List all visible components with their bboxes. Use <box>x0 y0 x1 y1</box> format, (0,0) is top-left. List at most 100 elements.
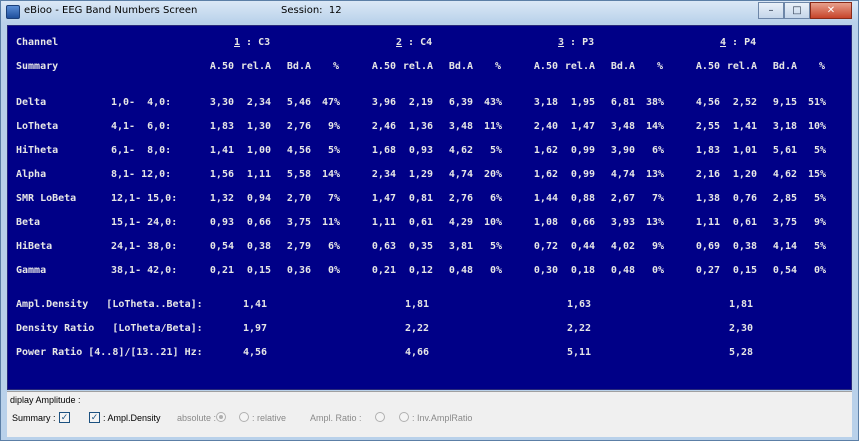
app-name: eBioo <box>24 5 53 16</box>
band-value-cell: 38% <box>645 97 664 108</box>
band-name: LoTheta <box>16 121 59 132</box>
ratio-value: 2,22 <box>405 323 430 334</box>
display-amplitude-controls: diplay Amplitude : Summary : ✓ ✓ : Ampl.… <box>7 391 852 437</box>
band-value-cell: 51% <box>807 97 826 108</box>
window-title: eBioo - EEG Band Numbers Screen <box>24 5 197 16</box>
band-value-cell: 5% <box>813 193 826 204</box>
channel-name: : P3 <box>564 37 595 48</box>
summary-checkbox-label: Summary : <box>12 413 56 423</box>
band-value-cell: 13% <box>645 169 664 180</box>
band-value-cell: 0% <box>327 265 340 276</box>
band-value-cell: 15% <box>807 169 826 180</box>
channel-title: 3 : P3 <box>558 37 594 49</box>
summary-checkbox[interactable]: ✓ <box>59 412 70 423</box>
band-value-cell: 10% <box>807 121 826 132</box>
channel-name: : P4 <box>726 37 757 48</box>
absolute-label: absolute : <box>177 413 217 423</box>
ratio-label: Density Ratio [LoTheta/Beta]: <box>16 323 203 334</box>
band-value-cell: 14% <box>321 169 340 180</box>
band-range: 4,1- 6,0: <box>111 121 172 132</box>
minimize-icon[interactable]: – <box>758 2 784 19</box>
band-value-cell: 10% <box>483 217 502 228</box>
channel-label: Channel <box>16 37 59 48</box>
app-window: eBioo - EEG Band Numbers Screen Session:… <box>0 0 859 441</box>
check-mark-icon: ✓ <box>90 412 99 422</box>
band-name: Beta <box>16 217 41 228</box>
band-value-cell: 47% <box>321 97 340 108</box>
ratio-value: 1,97 <box>243 323 268 334</box>
band-range: 6,1- 8,0: <box>111 145 172 156</box>
band-value-cell: 13% <box>645 217 664 228</box>
app-logo-icon <box>6 5 20 19</box>
band-name: Delta <box>16 97 47 108</box>
ratio-value: 1,63 <box>567 299 592 310</box>
check-mark-icon: ✓ <box>60 412 69 422</box>
band-value-cell: 11% <box>483 121 502 132</box>
channel-title: 2 : C4 <box>396 37 432 49</box>
ampl-density-checkbox[interactable]: ✓ <box>89 412 100 423</box>
ratio-value: 5,11 <box>567 347 592 358</box>
ratio-value: 2,30 <box>729 323 754 334</box>
band-value-cell: 11% <box>321 217 340 228</box>
band-name: Gamma <box>16 265 47 276</box>
channel-name: : C3 <box>240 37 271 48</box>
ratio-value: 1,41 <box>243 299 268 310</box>
band-value-cell: 43% <box>483 97 502 108</box>
band-value-cell: 9% <box>651 241 664 252</box>
controls-group-title: diplay Amplitude : <box>10 395 81 405</box>
band-value-cell: 0% <box>651 265 664 276</box>
channel-name: : C4 <box>402 37 433 48</box>
band-range: 24,1- 38,0: <box>111 241 178 252</box>
band-value-cell: 6% <box>489 193 502 204</box>
band-value-cell: 7% <box>651 193 664 204</box>
title-bar[interactable]: eBioo - EEG Band Numbers Screen Session:… <box>1 1 858 23</box>
band-value-cell: 9% <box>813 217 826 228</box>
ampl-ratio-radio[interactable] <box>375 412 385 422</box>
ratio-value: 2,22 <box>567 323 592 334</box>
window-controls: – □ ✕ <box>758 2 852 19</box>
inv-ampl-ratio-label: : Inv.AmplRatio <box>412 413 473 423</box>
band-name: HiTheta <box>16 145 59 156</box>
session-number: 12 <box>328 5 342 16</box>
band-value-cell: 5% <box>489 241 502 252</box>
absolute-radio[interactable] <box>216 412 226 422</box>
channel-title: 1 : C3 <box>234 37 270 49</box>
band-range: 15,1- 24,0: <box>111 217 178 228</box>
column-header: % <box>656 61 663 72</box>
ratio-value: 5,28 <box>729 347 754 358</box>
band-name: HiBeta <box>16 241 53 252</box>
band-value-cell: 5% <box>489 145 502 156</box>
band-value-cell: 5% <box>327 145 340 156</box>
band-value-cell: 5% <box>813 145 826 156</box>
column-header: % <box>332 61 339 72</box>
band-value-cell: 6% <box>651 145 664 156</box>
ratio-value: 1,81 <box>405 299 430 310</box>
inv-ampl-ratio-radio[interactable] <box>399 412 409 422</box>
column-header: % <box>494 61 501 72</box>
relative-label: : relative <box>252 413 287 423</box>
ampl-density-label: : Ampl.Density <box>103 413 161 423</box>
maximize-icon[interactable]: □ <box>784 2 810 19</box>
ratio-label: Power Ratio [4..8]/[13..21] Hz: <box>16 347 203 358</box>
band-range: 1,0- 4,0: <box>111 97 172 108</box>
band-value-cell: 5% <box>813 241 826 252</box>
ratio-label: Ampl.Density [LoTheta..Beta]: <box>16 299 203 310</box>
band-value-cell: 20% <box>483 169 502 180</box>
ratio-value: 4,56 <box>243 347 268 358</box>
band-name: Alpha <box>16 169 47 180</box>
close-icon[interactable]: ✕ <box>810 2 852 19</box>
band-value-cell: 14% <box>645 121 664 132</box>
band-range: 12,1- 15,0: <box>111 193 178 204</box>
band-range: 8,1- 12,0: <box>111 169 172 180</box>
ampl-ratio-label: Ampl. Ratio : <box>310 413 362 423</box>
band-numbers-panel: Channel Summary 1 : C3 A.50 rel.A Bd.A% 2 : … <box>7 25 852 390</box>
ratio-value: 1,81 <box>729 299 754 310</box>
band-value-cell: 6% <box>327 241 340 252</box>
band-value-cell: 0% <box>813 265 826 276</box>
summary-label: Summary <box>16 61 59 72</box>
ratio-value: 4,66 <box>405 347 430 358</box>
session-info: Session: 12 <box>281 5 342 16</box>
window-title-text: - EEG Band Numbers Screen <box>55 5 198 16</box>
relative-radio[interactable] <box>239 412 249 422</box>
channel-title: 4 : P4 <box>720 37 756 49</box>
